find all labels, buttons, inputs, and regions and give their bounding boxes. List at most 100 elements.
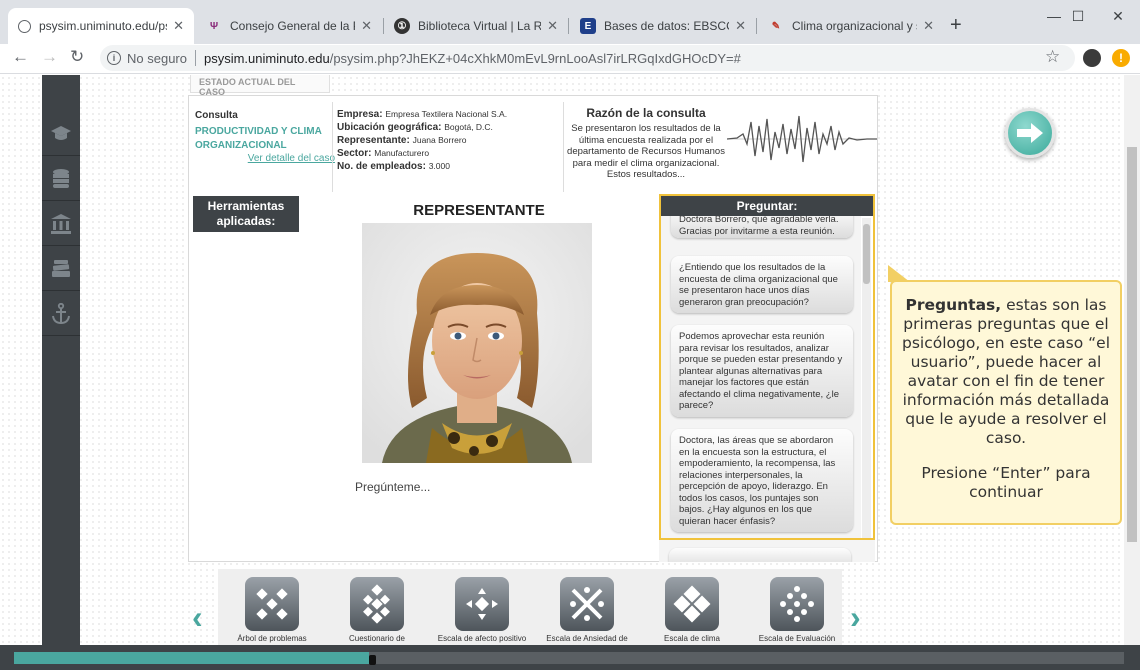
library-icon: ① <box>394 18 410 34</box>
tab-ebsco[interactable]: E Bases de datos: EBSCOhost ✕ <box>570 8 756 44</box>
consulta-label: Consulta <box>195 110 238 121</box>
sector-value: Manufacturero <box>374 148 430 158</box>
close-tab-icon[interactable]: ✕ <box>923 18 934 34</box>
alert-icon[interactable]: ! <box>1112 49 1130 67</box>
institution-icon[interactable] <box>42 202 80 246</box>
representante-value: Juana Borrero <box>412 135 467 145</box>
tool-item[interactable]: Escala de Evaluación <box>749 577 845 643</box>
close-tab-icon[interactable]: ✕ <box>173 18 184 34</box>
questions-overflow <box>659 540 875 562</box>
tab-clima[interactable]: ✎ Clima organizacional y satis ✕ <box>758 8 944 44</box>
close-tab-icon[interactable]: ✕ <box>547 18 558 34</box>
representative-title: REPRESENTANTE <box>413 202 545 219</box>
tool-sidebar <box>42 75 80 645</box>
tool-item[interactable]: Escala de afecto positivo <box>434 577 530 643</box>
pattern-icon <box>560 577 614 631</box>
arrow-right-icon <box>1017 123 1043 143</box>
tab-consejo[interactable]: Ψ Consejo General de la Psico ✕ <box>196 8 382 44</box>
tab-title: Consejo General de la Psico <box>230 19 355 33</box>
company-info: Empresa: Empresa Textilera Nacional S.A.… <box>337 108 557 173</box>
tool-item[interactable]: Cuestionario de <box>329 577 425 643</box>
progress-knob[interactable] <box>369 655 376 665</box>
ebsco-icon: E <box>580 18 596 34</box>
consultation-reason: Razón de la consulta Se presentaron los … <box>567 106 725 181</box>
omnibox-separator <box>194 50 196 66</box>
razon-text: Se presentaron los resultados de la últi… <box>567 123 725 180</box>
empresa-value: Empresa Textilera Nacional S.A. <box>385 109 508 119</box>
question-item[interactable]: ¿Entiendo que los resultados de la encue… <box>671 256 853 313</box>
sector-label: Sector: <box>337 148 372 159</box>
case-panel: Consulta PRODUCTIVIDAD Y CLIMA ORGANIZAC… <box>188 95 878 562</box>
forward-button[interactable]: → <box>41 47 58 67</box>
graduation-cap-icon[interactable] <box>42 112 80 156</box>
tool-item[interactable]: Árbol de problemas <box>224 577 320 643</box>
tab-title: Biblioteca Virtual | La Red C <box>418 19 542 33</box>
pattern-icon <box>455 577 509 631</box>
project-title: PRODUCTIVIDAD Y CLIMA ORGANIZACIONAL <box>195 126 322 151</box>
tool-item[interactable]: Escala de clima <box>644 577 740 643</box>
address-bar[interactable]: i No seguro psysim.uniminuto.edu /psysim… <box>100 45 1075 71</box>
divider <box>332 102 333 192</box>
anchor-icon[interactable] <box>42 292 80 336</box>
browser-toolbar: ← → ↻ i No seguro psysim.uniminuto.edu /… <box>0 44 1140 74</box>
empleados-label: No. de empleados: <box>337 161 426 172</box>
ask-me-prompt[interactable]: Pregúnteme... <box>355 480 430 494</box>
empresa-label: Empresa: <box>337 109 383 120</box>
profile-avatar[interactable] <box>1083 49 1101 67</box>
browser-tab-bar: psysim.uniminuto.edu/psysi ✕ Ψ Consejo G… <box>0 0 1140 44</box>
questions-scrollbar[interactable] <box>862 218 871 538</box>
tab-title: Bases de datos: EBSCOhost <box>604 19 729 33</box>
ubicacion-value: Bogotá, D.C. <box>444 122 493 132</box>
back-button[interactable]: ← <box>12 47 29 67</box>
close-tab-icon[interactable]: ✕ <box>361 18 372 34</box>
divider <box>563 102 564 192</box>
question-item[interactable]: Doctora Borrero, qué agradable verla. Gr… <box>671 216 853 238</box>
representante-label: Representante: <box>337 135 410 146</box>
case-detail-link[interactable]: Ver detalle del caso <box>195 153 335 164</box>
tool-label: Escala de Evaluación <box>758 634 836 643</box>
tools-next-arrow[interactable]: › <box>850 599 861 636</box>
psi-logo-icon: Ψ <box>209 20 219 32</box>
bookmark-star-icon[interactable]: ☆ <box>1045 47 1060 67</box>
tab-biblioteca[interactable]: ① Biblioteca Virtual | La Red C ✕ <box>384 8 568 44</box>
security-label: No seguro <box>127 50 187 66</box>
scroll-thumb[interactable] <box>863 224 870 284</box>
consulta-block: Consulta PRODUCTIVIDAD Y CLIMA ORGANIZAC… <box>195 110 335 164</box>
url-path: /psysim.php?JhEKZ+04cXhkM0mEvL9rnLooAsl7… <box>329 50 741 66</box>
question-item[interactable]: Podemos aprovechar esta reunión para rev… <box>671 325 853 417</box>
database-icon[interactable] <box>42 157 80 201</box>
tutorial-callout: Preguntas, estas son las primeras pregun… <box>890 280 1122 525</box>
page-scrollbar[interactable] <box>1124 75 1140 645</box>
razon-title: Razón de la consulta <box>586 106 706 120</box>
books-icon[interactable] <box>42 247 80 291</box>
tool-item[interactable]: Escala de Ansiedad de <box>539 577 635 643</box>
info-icon[interactable]: i <box>107 51 121 65</box>
tool-label: Escala de Ansiedad de <box>546 634 628 643</box>
reload-button[interactable]: ↻ <box>70 47 84 67</box>
tab-title: Clima organizacional y satis <box>792 19 917 33</box>
tab-psysim[interactable]: psysim.uniminuto.edu/psysi ✕ <box>8 8 194 44</box>
course-progress-bar <box>0 645 1140 670</box>
pattern-icon <box>350 577 404 631</box>
question-item[interactable]: Doctora, las áreas que se abordaron en l… <box>671 429 853 532</box>
callout-enter: Presione “Enter” para continuar <box>921 464 1091 501</box>
callout-body: estas son las primeras preguntas que el … <box>902 296 1111 447</box>
empleados-value: 3.000 <box>428 161 450 171</box>
new-tab-button[interactable]: + <box>950 14 962 37</box>
tool-label: Escala de clima <box>663 634 721 643</box>
next-button[interactable] <box>1005 108 1055 158</box>
pattern-icon <box>245 577 299 631</box>
question-item-partial[interactable] <box>669 548 851 562</box>
tool-label: Árbol de problemas <box>237 634 307 643</box>
case-status-tab[interactable]: ESTADO ACTUAL DEL CASO <box>190 75 330 97</box>
questions-panel: Preguntar: Doctora Borrero, qué agradabl… <box>659 194 875 540</box>
close-window-button[interactable]: ✕ <box>1095 8 1140 25</box>
url-host: psysim.uniminuto.edu <box>203 50 330 66</box>
page-viewport: ESTADO ACTUAL DEL CASO Consulta PRODUCTI… <box>0 75 1140 645</box>
progress-fill <box>14 652 369 664</box>
page-scroll-thumb[interactable] <box>1127 147 1137 542</box>
tools-prev-arrow[interactable]: ‹ <box>192 599 203 636</box>
close-tab-icon[interactable]: ✕ <box>735 18 746 34</box>
document-icon: ✎ <box>771 20 781 32</box>
tab-separator <box>756 18 757 34</box>
